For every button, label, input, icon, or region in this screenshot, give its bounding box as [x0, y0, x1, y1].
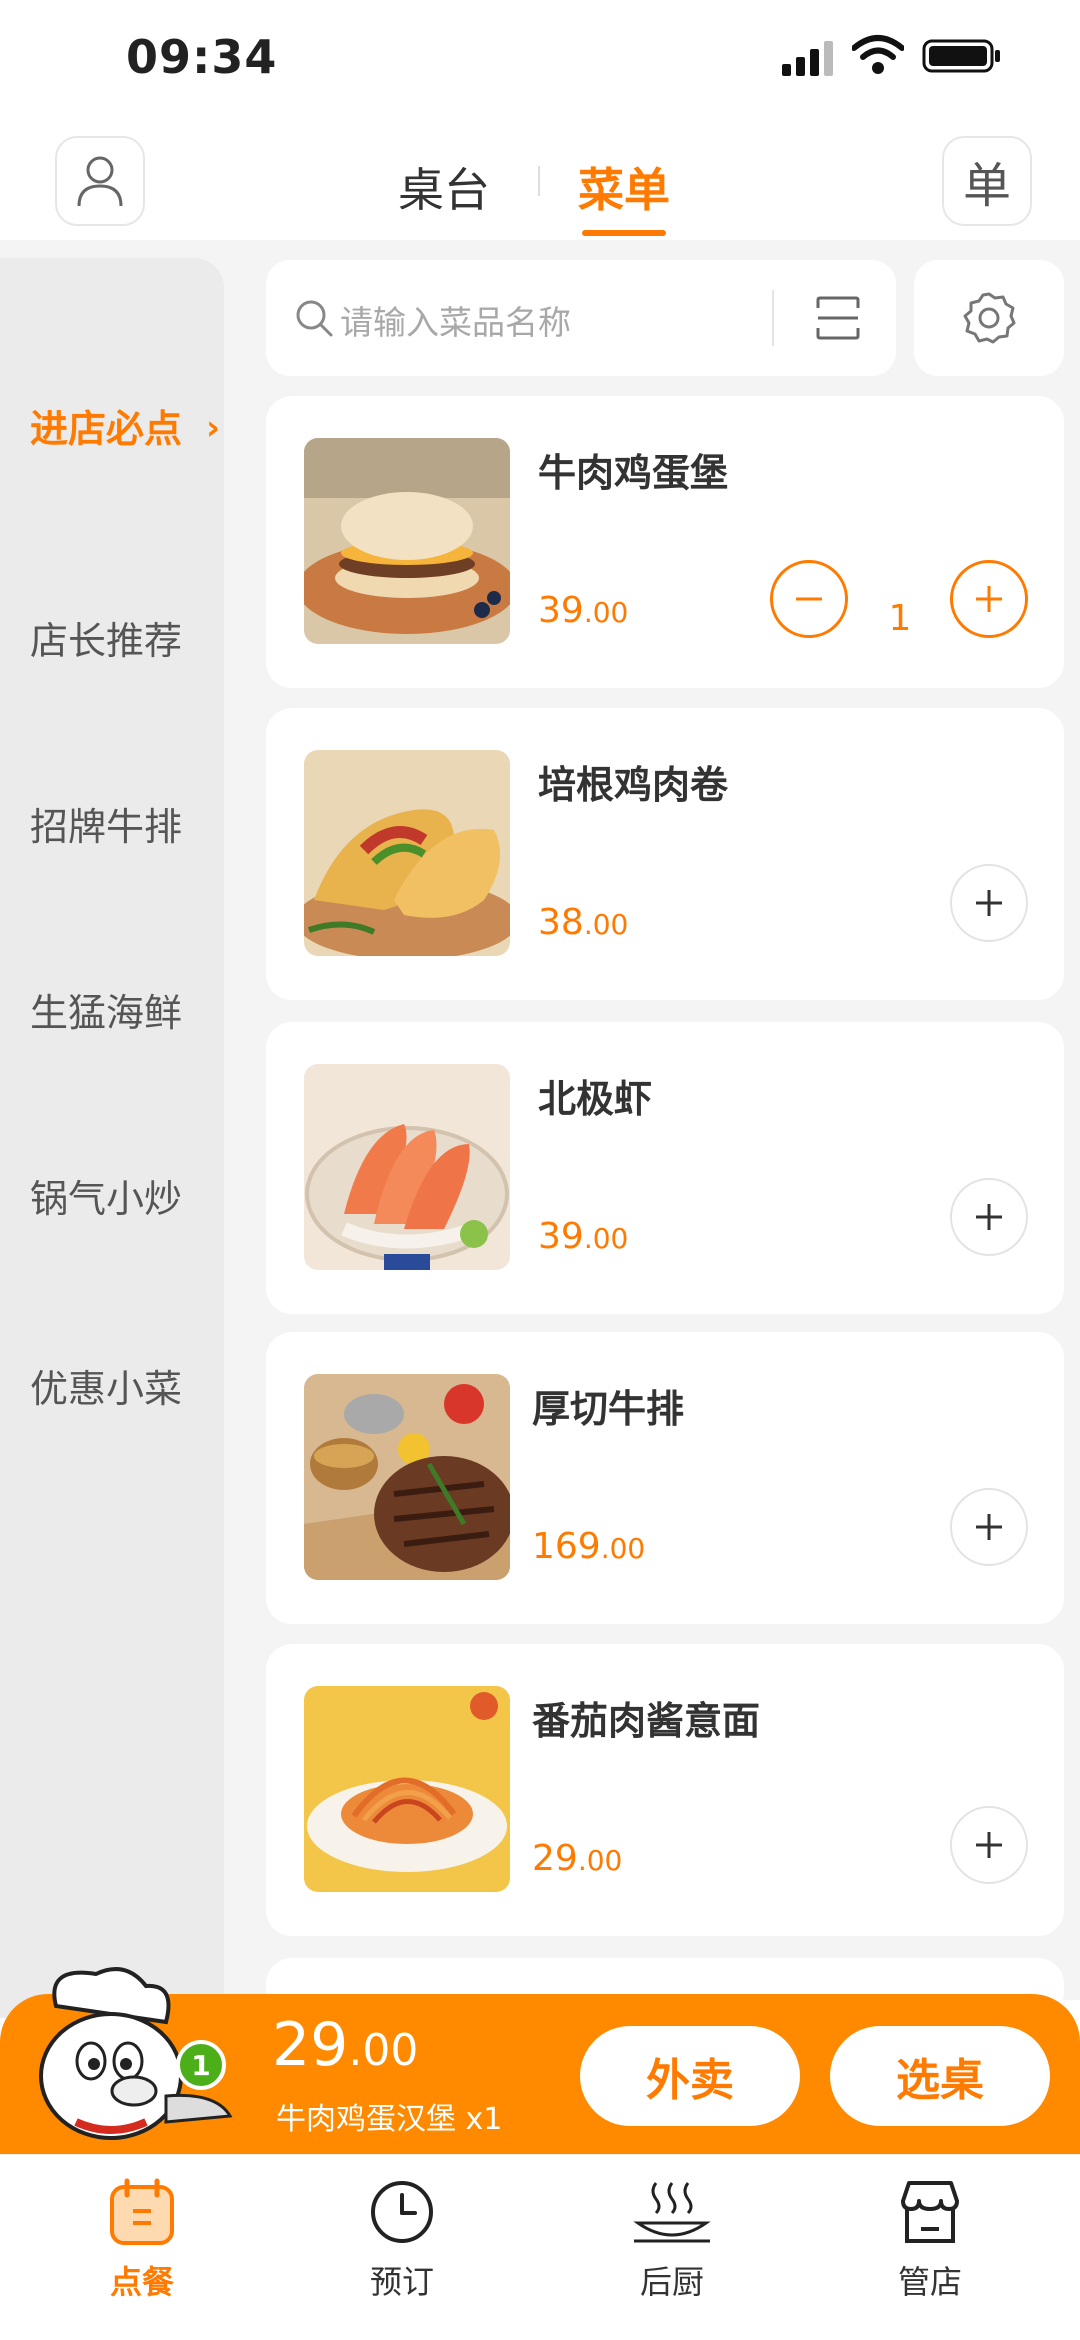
dish-image-thick-steak: [304, 1374, 510, 1580]
dish-price: 29.00: [532, 1838, 623, 1879]
search-placeholder: 请输入菜品名称: [340, 303, 571, 342]
dish-price: 39.00: [538, 1216, 629, 1257]
chevron-right-icon: ›: [206, 408, 221, 448]
nav-kitchen[interactable]: 后厨: [602, 2177, 742, 2317]
takeout-button[interactable]: 外卖: [580, 2026, 800, 2126]
dish-card[interactable]: 北极虾 39.00: [266, 1022, 1064, 1314]
dish-card[interactable]: 培根鸡肉卷 38.00: [266, 708, 1064, 1000]
settings-button[interactable]: [914, 260, 1064, 376]
cart-count-badge: 1: [176, 2040, 226, 2090]
battery-icon: [922, 39, 1000, 73]
sidebar-item-signature-steak[interactable]: 招牌牛排: [30, 796, 182, 851]
cart-total: 29.00: [272, 2010, 419, 2080]
cart-items-summary: 牛肉鸡蛋汉堡 x1: [276, 2102, 503, 2137]
dish-name: 北极虾: [538, 1077, 653, 1121]
plus-icon: [976, 1204, 1002, 1230]
dish-image-bacon-chicken-wrap: [304, 750, 510, 956]
sidebar-item-stir-fry[interactable]: 锅气小炒: [30, 1168, 182, 1223]
user-icon: [77, 156, 123, 207]
choose-table-button[interactable]: 选桌: [830, 2026, 1050, 2126]
nav-order[interactable]: 点餐: [72, 2177, 212, 2317]
dish-price: 38.00: [538, 902, 629, 943]
status-bar: 09:34: [0, 0, 1080, 120]
add-to-cart-button[interactable]: [950, 1806, 1028, 1884]
dish-image-beef-egg-burger: [304, 438, 510, 644]
search-icon: [296, 300, 333, 337]
dish-card[interactable]: 牛肉鸡蛋堡 39.00 1: [266, 396, 1064, 688]
sidebar-item-must-order[interactable]: 进店必点: [30, 398, 182, 453]
dish-price: 39.00: [538, 590, 629, 631]
dish-quantity: 1: [888, 598, 912, 639]
add-to-cart-button[interactable]: [950, 1488, 1028, 1566]
nav-store-label: 管店: [897, 2263, 962, 2301]
user-profile-button[interactable]: [55, 136, 145, 226]
scan-icon[interactable]: [814, 294, 862, 342]
nav-kitchen-label: 后厨: [639, 2263, 704, 2301]
dish-name: 培根鸡肉卷: [538, 763, 729, 807]
nav-order-label: 点餐: [109, 2263, 174, 2301]
wifi-icon: [852, 35, 904, 74]
dish-image-tomato-pasta: [304, 1686, 510, 1892]
dish-name: 厚切牛排: [532, 1387, 685, 1431]
nav-reserve[interactable]: 预订: [332, 2177, 472, 2317]
sidebar-item-manager-picks[interactable]: 店长推荐: [30, 610, 182, 665]
add-to-cart-button[interactable]: [950, 1178, 1028, 1256]
increase-quantity-button[interactable]: [950, 560, 1028, 638]
tab-table[interactable]: 桌台: [398, 154, 490, 220]
plus-icon: [976, 1832, 1002, 1858]
bottom-nav: 点餐 预订 后厨 管店: [0, 2154, 1080, 2340]
nav-reserve-label: 预订: [369, 2263, 434, 2301]
gear-icon: [963, 292, 1016, 344]
order-list-button[interactable]: 单: [942, 136, 1032, 226]
tab-divider: [538, 166, 540, 196]
dish-name: 牛肉鸡蛋堡: [538, 451, 729, 495]
dish-image-arctic-shrimp: [304, 1064, 510, 1270]
status-time: 09:34: [126, 30, 278, 84]
plus-icon: [976, 1514, 1002, 1540]
dish-price: 169.00: [532, 1526, 646, 1567]
signal-icon: [782, 41, 833, 76]
search-box[interactable]: 请输入菜品名称: [266, 260, 896, 376]
dish-icon: [633, 2182, 711, 2243]
decrease-quantity-button[interactable]: [770, 560, 848, 638]
minus-icon: [796, 597, 822, 601]
dish-card[interactable]: 番茄肉酱意面 29.00: [266, 1644, 1064, 1936]
store-icon: [901, 2181, 959, 2243]
active-tab-indicator: [582, 230, 666, 236]
top-header: 桌台 菜单 单: [0, 120, 1080, 240]
dish-name: 番茄肉酱意面: [532, 1699, 761, 1743]
plus-icon: [976, 890, 1002, 916]
dish-card[interactable]: 厚切牛排 169.00: [266, 1332, 1064, 1624]
clock-icon: [371, 2181, 433, 2243]
nav-store[interactable]: 管店: [860, 2177, 1000, 2317]
tab-menu[interactable]: 菜单: [578, 154, 670, 220]
calendar-icon: [110, 2178, 174, 2245]
plus-icon: [976, 586, 1002, 612]
add-to-cart-button[interactable]: [950, 864, 1028, 942]
sidebar-item-discount-sides[interactable]: 优惠小菜: [30, 1358, 182, 1413]
search-divider: [772, 290, 774, 346]
category-sidebar: [0, 258, 224, 2018]
sidebar-item-seafood[interactable]: 生猛海鲜: [30, 982, 182, 1037]
